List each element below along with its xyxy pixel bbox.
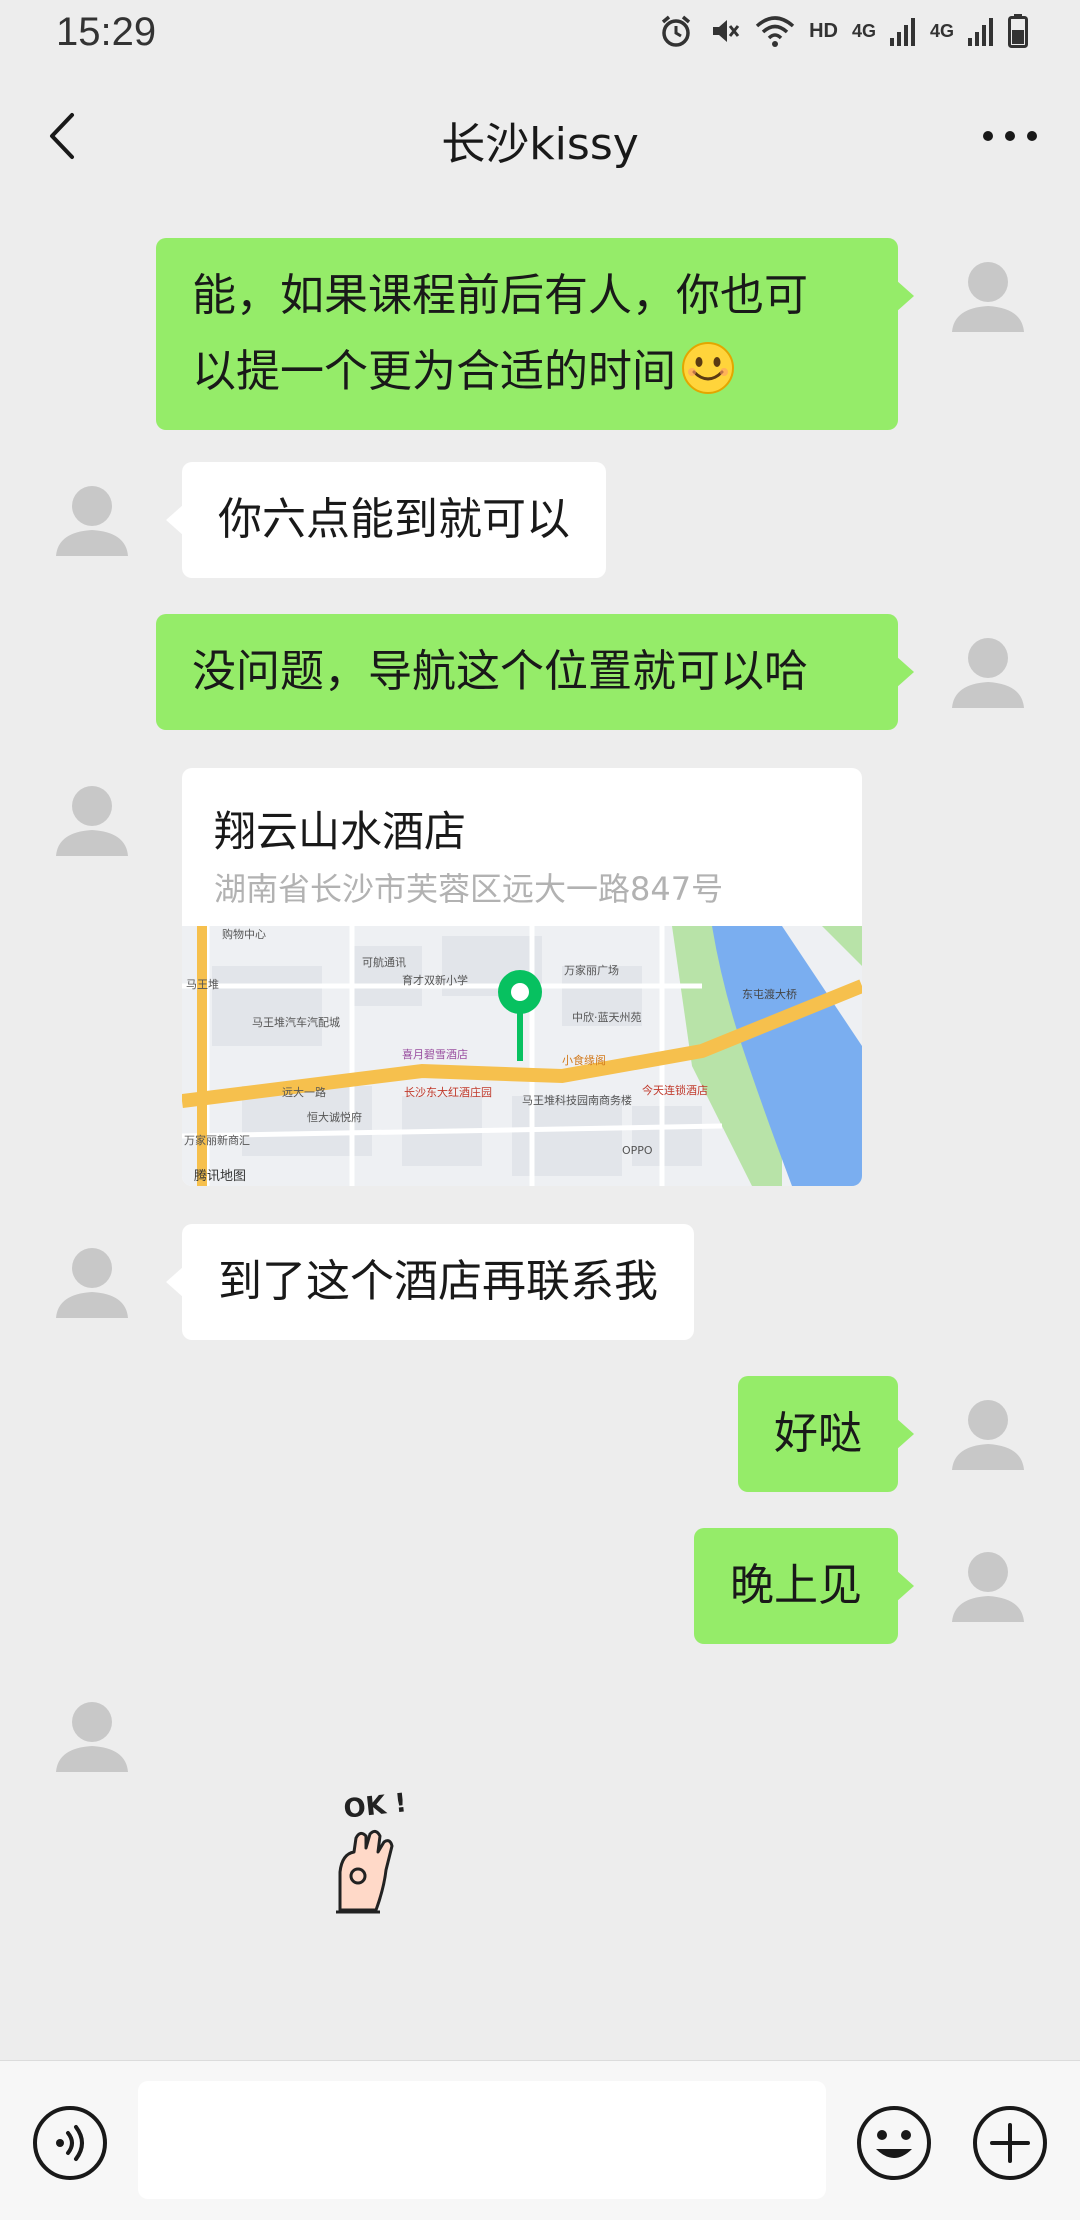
signal-icon-2 — [968, 18, 993, 46]
default-avatar-icon — [952, 1400, 1024, 1470]
chat-header: 长沙kissy — [0, 72, 1080, 204]
avatar-me[interactable] — [946, 252, 1030, 336]
default-avatar-icon — [56, 486, 128, 556]
map-label: 万家丽新商汇 — [184, 1133, 250, 1147]
default-avatar-icon — [56, 1248, 128, 1318]
map-label: 长沙东大红酒庄园 — [404, 1085, 492, 1099]
battery-icon — [1008, 14, 1028, 48]
map-label: 马王堆科技园南商务楼 — [522, 1093, 632, 1107]
chat-title: 长沙kissy — [441, 119, 639, 170]
map-label: 万家丽广场 — [564, 963, 619, 977]
default-avatar-icon — [56, 1702, 128, 1772]
plus-icon[interactable] — [970, 2103, 1050, 2183]
message-bubble-sent[interactable]: 能，如果课程前后有人，你也可 以提一个更为合适的时间 — [156, 238, 914, 430]
map-label: 远大一路 — [282, 1085, 326, 1099]
status-time: 15:29 — [56, 10, 157, 54]
signal-icon-1 — [889, 18, 915, 46]
map-provider: 腾讯地图 — [194, 1168, 246, 1184]
message-input[interactable] — [138, 2081, 826, 2199]
message-text: 好哒 — [774, 1408, 862, 1459]
ok-sticker[interactable]: OK ! — [300, 1780, 460, 1940]
map-label: 喜月碧雪酒店 — [402, 1047, 468, 1061]
avatar-other[interactable] — [50, 476, 134, 560]
mute-icon — [713, 20, 740, 42]
avatar-other[interactable] — [50, 1692, 134, 1776]
hand-icon — [336, 1829, 394, 1914]
status-bar: 15:29 HD 4G 4G — [0, 0, 1080, 72]
map-label: 东屯渡大桥 — [742, 987, 797, 1001]
default-avatar-icon — [952, 1552, 1024, 1622]
map-label: 今天连锁酒店 — [642, 1083, 708, 1097]
default-avatar-icon — [952, 262, 1024, 332]
more-dots-icon — [983, 131, 1037, 141]
map-label: 马王堆 — [186, 978, 219, 991]
message-bubble-received[interactable]: 到了这个酒店再联系我 — [166, 1224, 694, 1340]
wifi-icon — [755, 16, 795, 47]
network-type-2: 4G — [929, 20, 954, 41]
location-card[interactable]: 翔云山水酒店 湖南省长沙市芙蓉区远大一路847号 购物中心 马王堆 可航通讯 育… — [182, 768, 862, 1186]
message-text: 到了这个酒店再联系我 — [218, 1256, 658, 1307]
avatar-other[interactable] — [50, 776, 134, 860]
map-label: 恒大诚悦府 — [307, 1110, 362, 1124]
message-bubble-sent[interactable]: 好哒 — [738, 1376, 914, 1492]
network-type-1: 4G — [851, 20, 876, 41]
sticker-text: OK ! — [342, 1788, 408, 1824]
message-bubble-received[interactable]: 你六点能到就可以 — [166, 462, 606, 578]
avatar-me[interactable] — [946, 1390, 1030, 1474]
location-name: 翔云山水酒店 — [214, 807, 467, 856]
smile-emoji-icon — [682, 342, 734, 394]
map-label: 小食缘阁 — [562, 1053, 606, 1067]
message-bubble-sent[interactable]: 没问题，导航这个位置就可以哈 — [156, 614, 914, 730]
message-text: 晚上见 — [730, 1560, 862, 1611]
default-avatar-icon — [952, 638, 1024, 708]
avatar-me[interactable] — [946, 1542, 1030, 1626]
map-label: 购物中心 — [222, 927, 266, 941]
emoji-icon[interactable] — [854, 2103, 934, 2183]
voice-icon[interactable] — [30, 2103, 110, 2183]
avatar-other[interactable] — [50, 1238, 134, 1322]
map-label: 可航通讯 — [362, 955, 406, 969]
map-label: 马王堆汽车汽配城 — [252, 1015, 340, 1029]
input-bar — [0, 2060, 1080, 2220]
message-text: 没问题，导航这个位置就可以哈 — [192, 646, 808, 697]
more-button[interactable] — [974, 104, 1046, 168]
map-preview: 购物中心 马王堆 可航通讯 育才双新小学 万家丽广场 中欣·蓝天州苑 马王堆汽车… — [182, 926, 862, 1186]
hd-label: HD — [809, 19, 838, 42]
message-bubble-sent[interactable]: 晚上见 — [694, 1528, 914, 1644]
message-text-line: 以提一个更为合适的时间 — [192, 346, 676, 397]
status-icons: HD 4G 4G — [659, 14, 1028, 48]
map-label: OPPO — [622, 1144, 653, 1157]
alarm-icon — [661, 15, 691, 47]
message-text: 你六点能到就可以 — [218, 494, 570, 545]
map-label: 育才双新小学 — [402, 973, 468, 987]
map-label: 中欣·蓝天州苑 — [572, 1010, 642, 1024]
location-address: 湖南省长沙市芙蓉区远大一路847号 — [214, 870, 724, 908]
message-text-line: 能，如果课程前后有人，你也可 — [192, 270, 808, 321]
default-avatar-icon — [56, 786, 128, 856]
avatar-me[interactable] — [946, 628, 1030, 712]
